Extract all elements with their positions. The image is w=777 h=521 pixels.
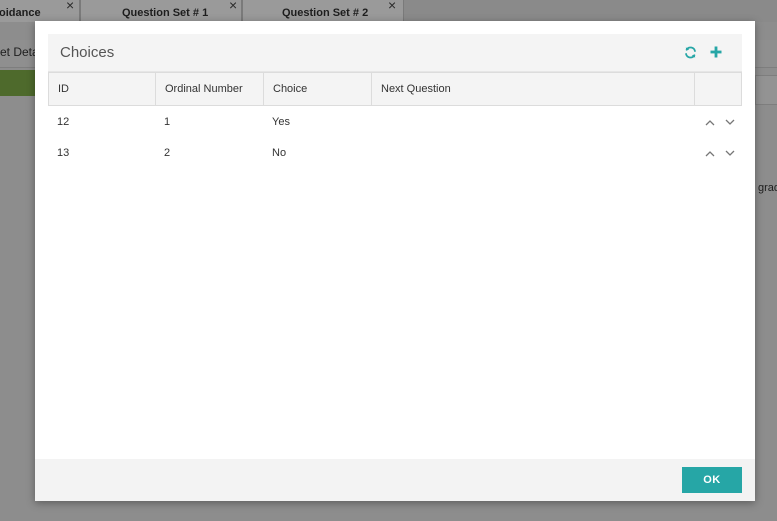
background-tab-avoidance[interactable]: oidance × [0, 0, 80, 22]
cell-next-question [371, 138, 380, 168]
chevron-down-icon[interactable] [724, 116, 736, 128]
background-green-bar [0, 70, 40, 96]
background-tab-label: oidance [0, 7, 41, 19]
close-icon[interactable]: × [66, 0, 74, 13]
cell-choice: Yes [272, 116, 290, 128]
close-icon[interactable]: × [388, 0, 396, 13]
dialog-footer: OK [35, 459, 755, 501]
column-header-choice[interactable]: Choice [264, 73, 372, 105]
refresh-icon[interactable] [680, 42, 700, 62]
table-row[interactable]: 13 2 No [48, 138, 742, 168]
cell-ordinal: 2 [164, 147, 171, 159]
cell-choice: No [272, 147, 287, 159]
background-tab-label: Question Set # 2 [282, 7, 369, 19]
cell-id: 12 [57, 116, 70, 128]
cell-next-question [371, 107, 380, 137]
background-tab-label: Question Set # 1 [122, 7, 209, 19]
background-right-cell [755, 75, 777, 105]
background-tab-question-set-1[interactable]: Question Set # 1 × [80, 0, 242, 22]
table-header: ID Ordinal Number Choice Next Question [48, 72, 742, 106]
column-header-next-question[interactable]: Next Question [372, 73, 695, 105]
chevron-up-icon[interactable] [704, 116, 716, 128]
ok-button[interactable]: OK [682, 467, 742, 493]
background-tab-question-set-2[interactable]: Question Set # 2 × [242, 0, 404, 22]
plus-icon[interactable] [706, 42, 726, 62]
panel-header: Choices [48, 34, 742, 72]
chevron-down-icon[interactable] [724, 147, 736, 159]
table-row[interactable]: 12 1 Yes [48, 107, 742, 137]
choices-dialog: Choices ID Ordinal Number Choice Next Qu… [35, 21, 755, 501]
panel-title: Choices [60, 44, 115, 61]
background-right-label: grad [758, 182, 777, 194]
column-header-id[interactable]: ID [49, 73, 156, 105]
column-header-ordinal-number[interactable]: Ordinal Number [156, 73, 264, 105]
cell-id: 13 [57, 147, 70, 159]
background-subnav-label[interactable]: et Deta [0, 45, 39, 59]
close-icon[interactable]: × [229, 0, 237, 13]
column-header-actions [695, 73, 743, 105]
cell-ordinal: 1 [164, 116, 171, 128]
chevron-up-icon[interactable] [704, 147, 716, 159]
